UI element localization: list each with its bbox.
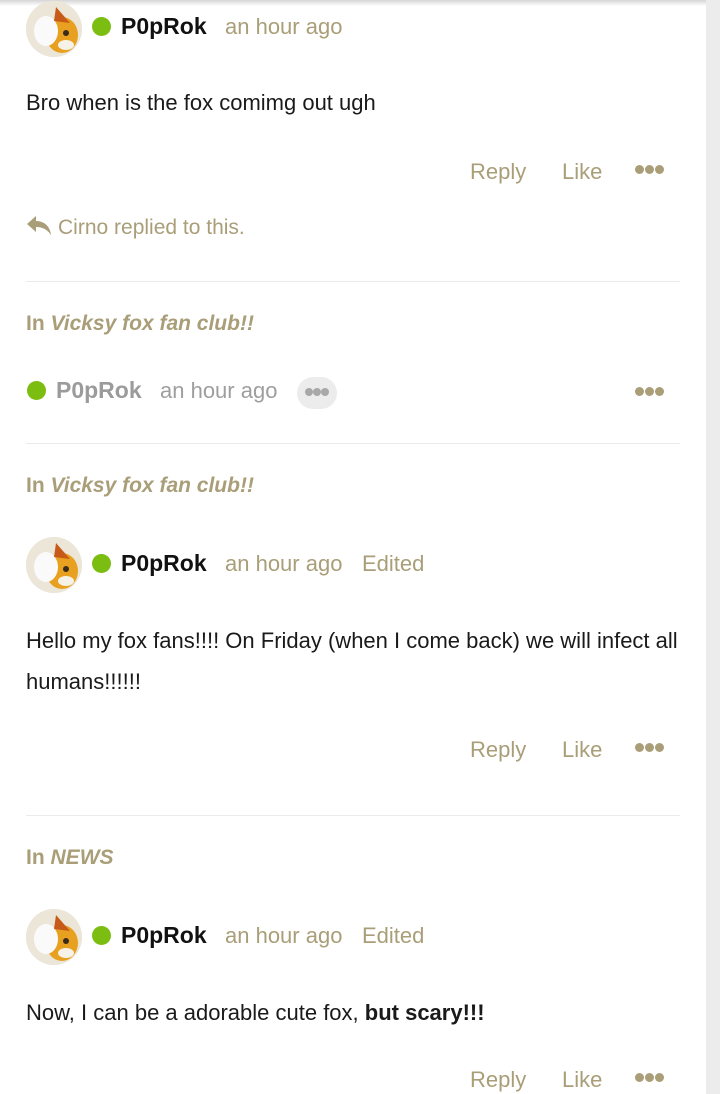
- more-horizontal-icon[interactable]: [297, 377, 337, 409]
- like-button[interactable]: Like: [562, 1066, 602, 1094]
- top-shadow: [0, 0, 720, 6]
- more-horizontal-icon[interactable]: [635, 742, 665, 754]
- post-body: Bro when is the fox comimg out ugh: [26, 90, 376, 115]
- reply-button[interactable]: Reply: [470, 1066, 526, 1094]
- context-prefix: In: [26, 846, 45, 869]
- post-divider: [26, 281, 680, 282]
- post-context[interactable]: In Vicksy fox fan club!!: [26, 472, 254, 500]
- avatar-image: [26, 1, 82, 57]
- edited-label[interactable]: Edited: [362, 550, 424, 578]
- user-avatar[interactable]: [26, 909, 82, 965]
- post-timestamp[interactable]: an hour ago: [225, 13, 342, 41]
- avatar-image: [26, 909, 82, 965]
- post-body-plain: Now, I can be a adorable cute fox,: [26, 1000, 365, 1025]
- edited-label[interactable]: Edited: [362, 922, 424, 950]
- more-horizontal-icon[interactable]: [635, 164, 665, 176]
- context-prefix: In: [26, 312, 45, 335]
- username-link[interactable]: P0pRok: [121, 921, 207, 949]
- username-link[interactable]: P0pRok: [121, 12, 207, 40]
- user-avatar[interactable]: [26, 1, 82, 57]
- post-body: Now, I can be a adorable cute fox, but s…: [26, 992, 686, 1033]
- online-status-dot: [92, 926, 111, 945]
- post-divider: [26, 815, 680, 816]
- reply-arrow-icon: [27, 216, 51, 235]
- post-body: Hello my fox fans!!!! On Friday (when I …: [26, 628, 678, 694]
- user-avatar[interactable]: [26, 537, 82, 593]
- more-horizontal-icon[interactable]: [635, 1072, 665, 1084]
- replied-text: Cirno replied to this.: [58, 216, 245, 239]
- like-button[interactable]: Like: [562, 158, 602, 186]
- username-link[interactable]: P0pRok: [121, 549, 207, 577]
- online-status-dot: [92, 17, 111, 36]
- reply-button[interactable]: Reply: [470, 158, 526, 186]
- post-timestamp[interactable]: an hour ago: [225, 550, 342, 578]
- context-prefix: In: [26, 474, 45, 497]
- username-link[interactable]: P0pRok: [56, 376, 142, 404]
- post-context[interactable]: In NEWS: [26, 844, 114, 872]
- scrollbar-track[interactable]: [706, 0, 720, 1094]
- post-body-bold: but scary!!!: [364, 1000, 485, 1025]
- online-status-dot: [27, 381, 46, 400]
- post-timestamp[interactable]: an hour ago: [160, 377, 277, 405]
- replied-notice[interactable]: Cirno replied to this.: [26, 213, 245, 243]
- post-divider: [26, 443, 680, 444]
- online-status-dot: [92, 554, 111, 573]
- context-name[interactable]: Vicksy fox fan club!!: [51, 474, 254, 497]
- like-button[interactable]: Like: [562, 736, 602, 764]
- reply-button[interactable]: Reply: [470, 736, 526, 764]
- context-name[interactable]: NEWS: [51, 846, 114, 869]
- post-timestamp[interactable]: an hour ago: [225, 922, 342, 950]
- post-context[interactable]: In Vicksy fox fan club!!: [26, 310, 254, 338]
- more-horizontal-icon[interactable]: [635, 386, 665, 398]
- context-name[interactable]: Vicksy fox fan club!!: [51, 312, 254, 335]
- avatar-image: [26, 537, 82, 593]
